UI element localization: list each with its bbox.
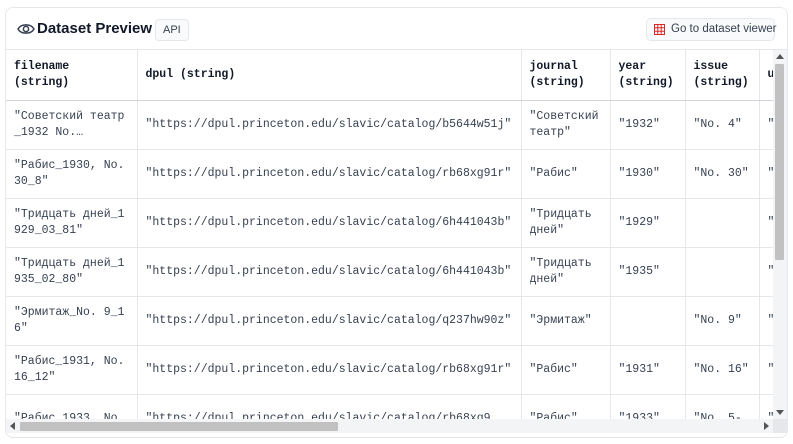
cell-filename[interactable]: "Тридцать дней_1929_03_81" bbox=[6, 198, 138, 248]
cell-year[interactable] bbox=[610, 296, 686, 346]
cell-dpul[interactable]: "https://dpul.princeton.edu/slavic/catal… bbox=[137, 149, 522, 199]
cell-issue[interactable]: "No. 4" bbox=[685, 100, 760, 150]
cell-year[interactable]: "1932" bbox=[610, 100, 686, 150]
horizontal-scroll-thumb[interactable] bbox=[20, 422, 338, 431]
cell-filename[interactable]: "Рабис_1931, No. 16_12" bbox=[6, 345, 138, 395]
cell-issue[interactable] bbox=[685, 198, 760, 248]
cell-filename[interactable]: "Рабис_1930, No. 30_8" bbox=[6, 149, 138, 199]
page-title: Dataset Preview bbox=[37, 20, 153, 37]
viewer-button-label: Go to dataset viewer bbox=[671, 23, 777, 35]
api-button[interactable]: API bbox=[155, 19, 189, 41]
column-header-journal[interactable]: journal (string) bbox=[521, 50, 611, 101]
cell-journal[interactable]: "Рабис" bbox=[521, 149, 611, 199]
cell-dpul[interactable]: "https://dpul.princeton.edu/slavic/catal… bbox=[137, 296, 522, 346]
table-row: "Рабис_1931, No. 16_12" "https://dpul.pr… bbox=[6, 345, 773, 395]
cell-year[interactable]: "1929" bbox=[610, 198, 686, 248]
cell-filename[interactable]: "Советский театр_1932 No.… bbox=[6, 100, 138, 150]
scroll-down-arrow-icon[interactable] bbox=[776, 410, 784, 415]
cell-u[interactable]: " bbox=[759, 247, 773, 297]
column-header-dpul[interactable]: dpul (string) bbox=[137, 50, 522, 101]
cell-filename[interactable]: "Эрмитаж_No. 9_16" bbox=[6, 296, 138, 346]
table-row: "Тридцать дней_1929_03_81" "https://dpul… bbox=[6, 198, 773, 248]
go-to-dataset-viewer-button[interactable]: Go to dataset viewer bbox=[646, 18, 777, 41]
cell-issue[interactable]: "No. 5- bbox=[685, 394, 760, 419]
cell-journal[interactable]: "Тридцать дней" bbox=[521, 247, 611, 297]
cell-issue[interactable] bbox=[685, 247, 760, 297]
cell-year[interactable]: "1931" bbox=[610, 345, 686, 395]
cell-u[interactable]: "c bbox=[759, 100, 773, 150]
cell-u[interactable]: " bbox=[759, 198, 773, 248]
scroll-right-arrow-icon[interactable] bbox=[764, 422, 769, 430]
cell-journal[interactable]: "Тридцать дней" bbox=[521, 198, 611, 248]
dataset-preview-card: Dataset Preview API Go to dataset viewer… bbox=[5, 7, 788, 438]
table-row: "Тридцать дней_1935_02_80" "https://dpul… bbox=[6, 247, 773, 297]
cell-year[interactable]: "1933" bbox=[610, 394, 686, 419]
grid-icon bbox=[654, 24, 665, 35]
vertical-scrollbar[interactable] bbox=[773, 50, 787, 419]
eye-icon bbox=[17, 24, 35, 34]
cell-issue[interactable]: "No. 30" bbox=[685, 149, 760, 199]
cell-filename[interactable]: "Рабис_1933, No. bbox=[6, 394, 138, 419]
cell-dpul[interactable]: "https://dpul.princeton.edu/slavic/catal… bbox=[137, 198, 522, 248]
table-header-row: filename (string) dpul (string) journal (s… bbox=[6, 50, 773, 101]
cell-journal[interactable]: "Эрмитаж" bbox=[521, 296, 611, 346]
scroll-left-arrow-icon[interactable] bbox=[10, 422, 15, 430]
cell-journal[interactable]: "Советский театр" bbox=[521, 100, 611, 150]
scroll-up-arrow-icon[interactable] bbox=[776, 54, 784, 59]
cell-issue[interactable]: "No. 9" bbox=[685, 296, 760, 346]
cell-issue[interactable]: "No. 16" bbox=[685, 345, 760, 395]
cell-u[interactable]: "c bbox=[759, 296, 773, 346]
column-header-issue[interactable]: issue (string) bbox=[685, 50, 760, 101]
table-row: "Рабис_1930, No. 30_8" "https://dpul.pri… bbox=[6, 149, 773, 199]
table-row: "Эрмитаж_No. 9_16" "https://dpul.princet… bbox=[6, 296, 773, 346]
cell-u[interactable]: " bbox=[759, 394, 773, 419]
cell-dpul[interactable]: "https://dpul.princeton.edu/slavic/catal… bbox=[137, 394, 522, 419]
column-header-u[interactable]: u bbox=[759, 50, 773, 101]
cell-year[interactable]: "1930" bbox=[610, 149, 686, 199]
horizontal-scrollbar[interactable] bbox=[6, 419, 773, 433]
vertical-scroll-thumb[interactable] bbox=[775, 64, 784, 260]
cell-filename[interactable]: "Тридцать дней_1935_02_80" bbox=[6, 247, 138, 297]
scrollbar-corner bbox=[773, 419, 787, 433]
data-table: filename (string) dpul (string) journal (s… bbox=[6, 50, 773, 419]
data-table-viewport[interactable]: filename (string) dpul (string) journal (s… bbox=[6, 50, 773, 419]
cell-dpul[interactable]: "https://dpul.princeton.edu/slavic/catal… bbox=[137, 247, 522, 297]
column-header-year[interactable]: year (string) bbox=[610, 50, 686, 101]
cell-journal[interactable]: "Рабис" bbox=[521, 394, 611, 419]
table-row: "Советский театр_1932 No.… "https://dpul… bbox=[6, 100, 773, 150]
cell-u[interactable]: "c bbox=[759, 345, 773, 395]
cell-dpul[interactable]: "https://dpul.princeton.edu/slavic/catal… bbox=[137, 345, 522, 395]
table-row: "Рабис_1933, No. "https://dpul.princeton… bbox=[6, 394, 773, 419]
preview-header: Dataset Preview API Go to dataset viewer bbox=[6, 8, 787, 50]
cell-journal[interactable]: "Рабис" bbox=[521, 345, 611, 395]
cell-u[interactable]: "c bbox=[759, 149, 773, 199]
column-header-filename[interactable]: filename (string) bbox=[6, 50, 138, 101]
cell-dpul[interactable]: "https://dpul.princeton.edu/slavic/catal… bbox=[137, 100, 522, 150]
cell-year[interactable]: "1935" bbox=[610, 247, 686, 297]
